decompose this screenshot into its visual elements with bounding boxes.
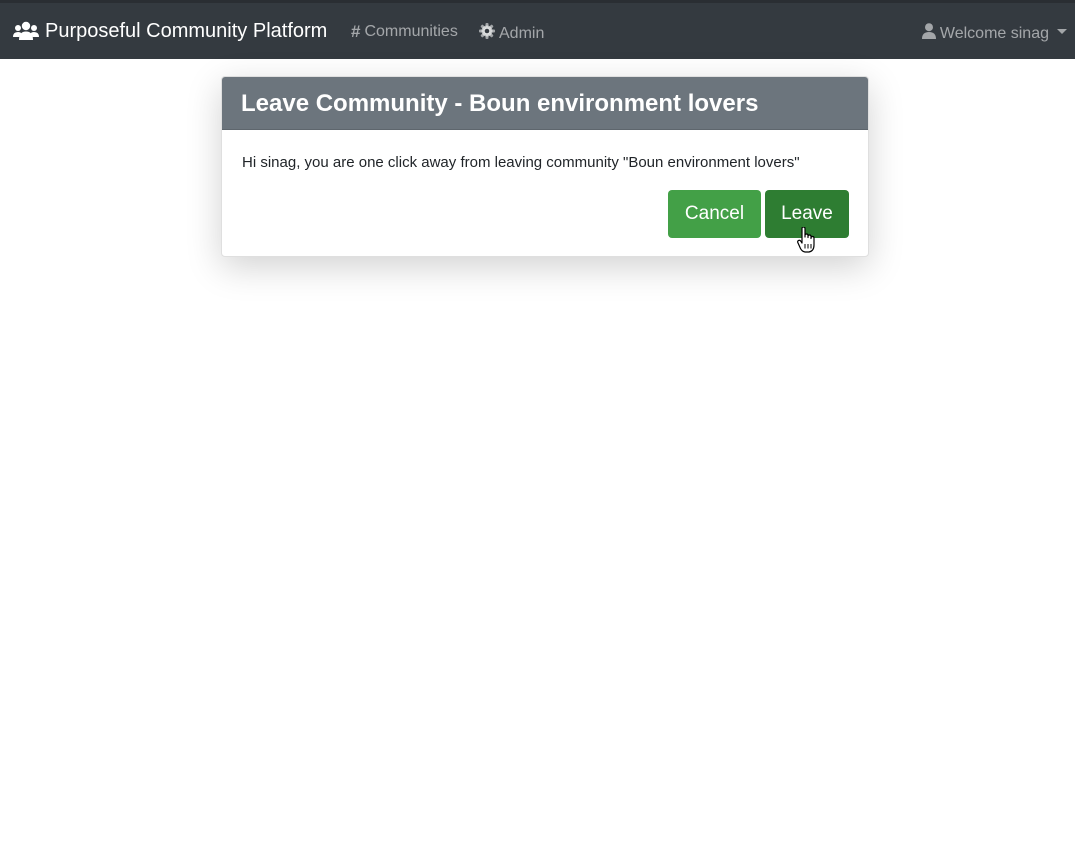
caret-down-icon — [1057, 29, 1067, 34]
top-navbar: Purposeful Community Platform # Communit… — [0, 0, 1075, 59]
brand-title: Purposeful Community Platform — [45, 20, 328, 42]
leave-button[interactable]: Leave — [765, 190, 849, 238]
brand-link[interactable]: Purposeful Community Platform — [13, 20, 327, 42]
gear-icon — [479, 23, 495, 44]
user-icon — [921, 23, 936, 44]
dialog-message: Hi sinag, you are one click away from le… — [242, 154, 800, 171]
leave-community-dialog: Leave Community - Boun environment lover… — [221, 76, 869, 257]
user-menu-dropdown[interactable]: Welcome sinag — [921, 23, 1067, 44]
nav-admin-label: Admin — [499, 24, 545, 42]
nav-communities-label: Communities — [364, 23, 458, 40]
hashtag-icon: # — [351, 22, 361, 41]
cancel-button[interactable]: Cancel — [668, 190, 761, 238]
dialog-title: Leave Community - Boun environment lover… — [222, 77, 868, 130]
nav-admin[interactable]: Admin — [479, 23, 544, 44]
nav-communities[interactable]: # Communities — [351, 23, 458, 41]
users-icon — [13, 21, 39, 41]
user-menu-label: Welcome sinag — [939, 24, 1049, 42]
